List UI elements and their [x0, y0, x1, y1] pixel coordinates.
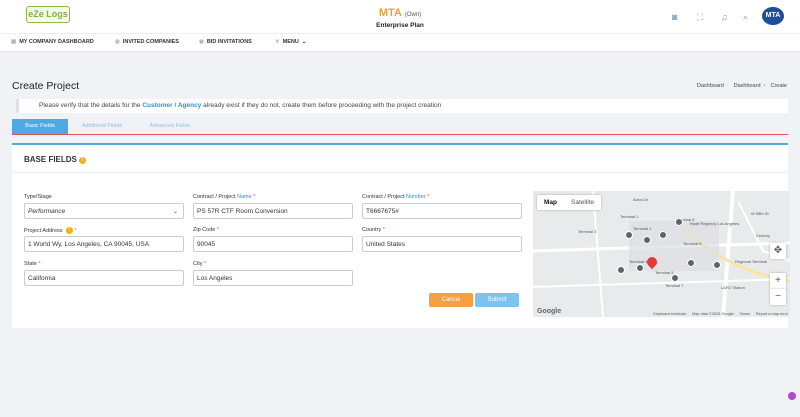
zip-code-input[interactable]: 90045	[193, 236, 353, 252]
map-tab[interactable]: Map	[537, 195, 564, 210]
map-label: Terminal 1	[633, 226, 652, 231]
info-icon[interactable]: !	[66, 227, 74, 234]
map-label: Regional Terminal	[735, 259, 767, 264]
page-title: Create Project	[12, 80, 80, 92]
map-label: Terminal 6	[683, 241, 702, 246]
menu-icon: ✕	[275, 39, 280, 45]
map-marker	[671, 274, 679, 282]
map-label: Terminal 3	[578, 229, 597, 234]
contract-number-field: Contract / Project Number * T6667675#	[362, 194, 522, 219]
contract-number-input[interactable]: T6667675#	[362, 203, 522, 219]
field-label: Type/Stage	[24, 194, 52, 200]
map-marker	[643, 236, 651, 244]
fullscreen-icon[interactable]: ⛶	[697, 12, 703, 23]
field-label: Contract / Project Number *	[362, 194, 430, 200]
org-suffix: (Own)	[404, 12, 422, 18]
org-title: MTA (Own)	[0, 7, 800, 19]
map-label: W 98th St	[751, 211, 769, 216]
report-error-link[interactable]: Report a map error	[756, 312, 788, 316]
form-tabs: Basic Fields Additional Fields Advanced …	[12, 119, 788, 134]
breadcrumb: Dashboard · Dashboard • Create	[696, 83, 787, 89]
type-stage-select[interactable]: Performance ⌄	[24, 203, 184, 219]
customer-agency-link[interactable]: Customer / Agency	[142, 102, 201, 109]
map-marker	[675, 218, 683, 226]
map-label: LAFD Station	[721, 285, 745, 290]
dashboard-icon: ▦	[11, 39, 17, 45]
map-label: Century	[756, 233, 771, 238]
map-data-text: Map data ©2025 Google	[692, 312, 734, 316]
submit-button[interactable]: Submit	[475, 293, 519, 307]
main-nav: ▦ MY COMPANY DASHBOARD ◍ INVITED COMPANIES…	[0, 33, 800, 52]
map-footer: Keyboard shortcuts Map data ©2025 Google T…	[647, 312, 788, 316]
camera-icon[interactable]: ◙	[672, 12, 677, 22]
country-field: Country * United States	[362, 227, 522, 252]
nav-item-dashboard[interactable]: ▦ MY COMPANY DASHBOARD	[11, 39, 94, 45]
keyboard-shortcuts-link[interactable]: Keyboard shortcuts	[653, 312, 686, 316]
zoom-in-button[interactable]: +	[770, 273, 786, 289]
globe-icon: ◍	[115, 39, 120, 45]
search-icon[interactable]: ⌕	[743, 12, 748, 23]
info-icon[interactable]: !	[78, 157, 86, 164]
map-marker	[659, 231, 667, 239]
field-label: Project Address ! *	[24, 227, 77, 234]
map-label: Terminal 7	[665, 283, 684, 288]
city-input[interactable]: Los Angeles	[193, 270, 353, 286]
location-map[interactable]: Map Satellite Terminal 2 Terminal 1 Termi…	[533, 191, 790, 317]
breadcrumb-item: Create	[770, 83, 787, 89]
divider	[12, 172, 788, 173]
zip-code-field: Zip Code * 90045	[193, 227, 353, 252]
map-marker	[636, 264, 644, 272]
map-marker	[617, 266, 625, 274]
country-input[interactable]: United States	[362, 236, 522, 252]
cancel-button[interactable]: Cancel	[429, 293, 473, 307]
field-label: Contract / Project Name *	[193, 194, 256, 200]
project-address-field: Project Address ! * 1 World Wy, Los Ange…	[24, 227, 184, 252]
map-marker	[713, 261, 721, 269]
map-label: Avion Dr	[633, 197, 649, 202]
type-stage-field: Type/Stage Performance ⌄	[24, 194, 184, 219]
plan-label: Enterprise Plan	[376, 22, 424, 29]
contract-name-field: Contract / Project Name * PS 57R CTF Roo…	[193, 194, 353, 219]
tab-additional-fields[interactable]: Additional Fields	[74, 119, 130, 134]
tab-basic-fields[interactable]: Basic Fields	[12, 119, 68, 134]
map-label: Terminal 5	[655, 270, 674, 275]
base-fields-card: BASE FIELDS! Type/Stage Performance ⌄ Con…	[12, 145, 790, 328]
state-input[interactable]: California	[24, 270, 184, 286]
tab-underline	[12, 134, 788, 135]
project-address-input[interactable]: 1 World Wy, Los Angeles, CA 90045, USA	[24, 236, 184, 252]
city-field: City * Los Angeles	[193, 261, 353, 286]
bell-icon[interactable]: ♫	[721, 12, 728, 22]
google-logo: Google	[537, 308, 562, 315]
top-header: eZe Logs MTA (Own) Enterprise Plan ◙ ⛶ ♫ …	[0, 0, 800, 33]
chevron-down-icon: ⌄	[172, 209, 178, 215]
satellite-tab[interactable]: Satellite	[564, 195, 601, 210]
section-title: BASE FIELDS!	[24, 155, 86, 164]
state-field: State * California	[24, 261, 184, 286]
map-label: Terminal 2	[620, 214, 639, 219]
map-label: Hyatt Regency Los Angeles	[690, 221, 740, 226]
field-label: Country *	[362, 227, 385, 233]
pegman-icon[interactable]: ✥	[770, 243, 786, 259]
zoom-out-button[interactable]: −	[770, 289, 786, 305]
chevron-down-icon: ⌄	[301, 39, 307, 45]
nav-item-invited-companies[interactable]: ◍ INVITED COMPANIES	[115, 39, 179, 45]
breadcrumb-item[interactable]: Dashboard	[734, 83, 761, 89]
map-type-toggle: Map Satellite	[537, 195, 602, 210]
nav-item-bid-invitations[interactable]: ◉ BID INVITATIONS	[199, 39, 252, 45]
field-label: State *	[24, 261, 41, 267]
breadcrumb-item[interactable]: Dashboard	[697, 83, 724, 89]
terms-link[interactable]: Terms	[740, 312, 750, 316]
map-marker	[687, 259, 695, 267]
map-marker	[625, 231, 633, 239]
field-label: Zip Code *	[193, 227, 219, 233]
nav-item-menu[interactable]: ✕ MENU ⌄	[275, 39, 306, 45]
avatar[interactable]: MTA	[762, 7, 784, 25]
org-name: MTA	[378, 7, 402, 19]
tab-advanced-fields[interactable]: Advanced Fields	[142, 119, 198, 134]
contract-name-input[interactable]: PS 57R CTF Room Conversion	[193, 203, 353, 219]
bid-icon: ◉	[199, 39, 204, 45]
field-label: City *	[193, 261, 207, 267]
feedback-icon[interactable]	[788, 392, 796, 400]
verify-notice: Please verify that the details for the C…	[16, 99, 788, 113]
